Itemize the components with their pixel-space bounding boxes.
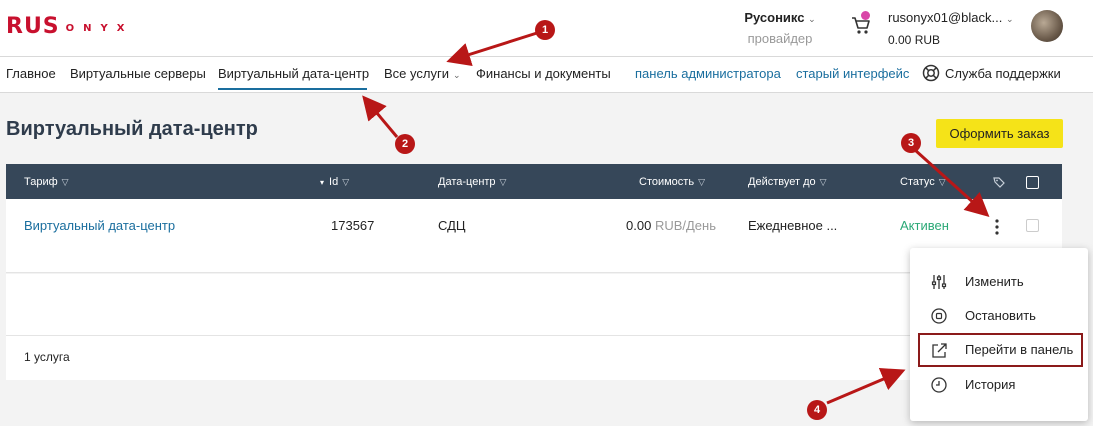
nav-item-all-services-label: Все услуги — [384, 66, 449, 81]
cart-icon[interactable] — [850, 11, 872, 36]
column-tariff[interactable]: Тариф ▽ — [24, 176, 69, 188]
filter-icon: ▽ — [938, 177, 946, 187]
sliders-icon — [930, 273, 948, 291]
menu-item-edit[interactable]: Изменить — [910, 265, 1088, 299]
status-badge: Активен — [900, 218, 949, 233]
account-balance: 0.00 RUB — [888, 33, 941, 47]
provider-name: Русоникс — [744, 10, 805, 25]
nav-item-virtual-datacenter[interactable]: Виртуальный дата-центр — [218, 66, 369, 81]
chevron-down-icon: ⌄ — [808, 14, 816, 24]
annotation-marker-4: 4 — [807, 400, 827, 420]
filter-icon: ▽ — [698, 177, 705, 187]
row-cost: 0.00 RUB/День — [626, 218, 716, 233]
account-email: rusonyx01@black... — [888, 10, 1003, 25]
table-row[interactable]: Виртуальный дата-центр 173567 СДЦ 0.00 R… — [6, 199, 1062, 273]
sort-desc-icon: ▾ — [320, 178, 325, 187]
row-cost-value: 0.00 — [626, 218, 652, 233]
provider-role: провайдер — [747, 31, 813, 46]
column-id[interactable]: ▾ Id ▽ — [320, 176, 349, 188]
menu-item-label: Остановить — [965, 308, 1036, 323]
provider-selector[interactable]: Русоникс ⌄ провайдер — [740, 10, 820, 46]
select-all-checkbox[interactable] — [1026, 176, 1039, 189]
row-checkbox[interactable] — [1026, 219, 1039, 232]
menu-item-stop[interactable]: Остановить — [910, 299, 1088, 333]
nav-item-virtual-servers[interactable]: Виртуальные серверы — [70, 66, 206, 81]
column-status[interactable]: Статус ▽ — [900, 176, 946, 188]
row-cost-unit: RUB/День — [654, 218, 716, 233]
menu-item-go-to-panel[interactable]: Перейти в панель — [918, 333, 1083, 367]
logo-primary: RUS — [6, 13, 60, 39]
row-tariff-link[interactable]: Виртуальный дата-центр — [24, 218, 175, 233]
row-valid-until: Ежедневное ... — [748, 218, 838, 233]
table-footer: 1 услуга — [6, 336, 1062, 380]
row-id: 173567 — [331, 218, 375, 233]
main-nav: Главное Виртуальные серверы Виртуальный … — [0, 57, 1093, 93]
external-link-icon — [930, 342, 948, 360]
table-header: Тариф ▽ ▾ Id ▽ Дата-центр ▽ Стоимость ▽ Дейст… — [6, 164, 1062, 199]
nav-active-indicator — [218, 88, 367, 90]
services-table: Тариф ▽ ▾ Id ▽ Дата-центр ▽ Стоимость ▽ Дейст… — [6, 164, 1062, 380]
menu-item-history[interactable]: История — [910, 368, 1088, 402]
page-title: Виртуальный дата-центр — [6, 118, 258, 140]
menu-item-label: Перейти в панель — [965, 342, 1074, 357]
clock-icon — [930, 376, 948, 394]
menu-item-label: История — [965, 377, 1016, 392]
place-order-button[interactable]: Оформить заказ — [936, 119, 1063, 148]
annotation-marker-2: 2 — [395, 134, 415, 154]
chevron-down-icon: ⌄ — [452, 70, 461, 80]
filter-icon: ▽ — [61, 177, 69, 187]
services-count: 1 услуга — [24, 350, 70, 364]
nav-item-support[interactable]: Служба поддержки — [945, 66, 1061, 81]
filter-icon: ▽ — [819, 177, 827, 187]
more-actions-icon[interactable] — [991, 217, 1003, 237]
stop-icon — [930, 307, 948, 325]
account-menu[interactable]: rusonyx01@black... ⌄ 0.00 RUB — [888, 10, 1014, 47]
tags-icon[interactable] — [992, 175, 1006, 189]
nav-link-admin-panel[interactable]: панель администратора — [635, 66, 781, 81]
annotation-marker-3: 3 — [901, 133, 921, 153]
nav-item-finance[interactable]: Финансы и документы — [476, 66, 611, 81]
column-datacenter[interactable]: Дата-центр ▽ — [438, 176, 506, 188]
annotation-marker-1: 1 — [535, 20, 555, 40]
table-empty-area — [6, 274, 1062, 336]
arrow-2 — [362, 95, 399, 138]
row-context-menu: Изменить Остановить Перейти в панель Ист… — [910, 248, 1088, 421]
logo-secondary: ONYX — [65, 22, 134, 34]
row-datacenter: СДЦ — [438, 218, 466, 233]
avatar[interactable] — [1031, 10, 1063, 42]
chevron-down-icon: ⌄ — [1005, 14, 1014, 24]
column-valid-until[interactable]: Действует до ▽ — [748, 176, 827, 188]
nav-link-old-interface[interactable]: старый интерфейс — [796, 66, 909, 81]
cart-badge — [861, 11, 870, 20]
filter-icon: ▽ — [342, 177, 350, 187]
menu-item-label: Изменить — [965, 274, 1024, 289]
filter-icon: ▽ — [499, 177, 507, 187]
column-cost[interactable]: Стоимость ▽ — [639, 176, 705, 188]
nav-item-all-services[interactable]: Все услуги ⌄ — [384, 66, 461, 81]
lifebuoy-icon[interactable] — [922, 64, 940, 82]
nav-item-home[interactable]: Главное — [6, 66, 56, 81]
rusonyx-logo[interactable]: RUS ONYX — [6, 10, 133, 42]
